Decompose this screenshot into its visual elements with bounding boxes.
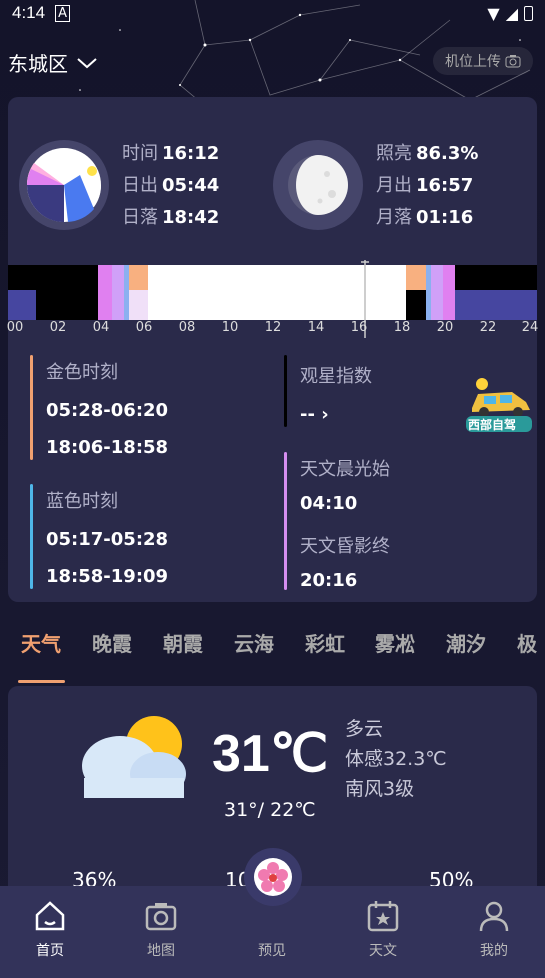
astro-twilight-bar — [284, 452, 287, 590]
golden-hour-section: 金色时刻 05:28-06:20 18:06-18:58 — [46, 358, 168, 458]
tick-label: 10 — [221, 320, 239, 335]
tick-label: 08 — [178, 320, 196, 335]
tick-label: 04 — [92, 320, 110, 335]
stargazing-value[interactable]: -- › — [300, 404, 372, 425]
location-selector[interactable]: 东城区 — [8, 48, 98, 77]
weather-details: 多云 体感32.3℃ 南风3级 — [345, 714, 447, 804]
tab-rime[interactable]: 雾凇 — [375, 628, 415, 657]
flower-icon — [254, 858, 292, 896]
golden-hour-bar — [30, 355, 33, 460]
tick-label: 02 — [49, 320, 67, 335]
blue-hour-morning: 05:17-05:28 — [46, 529, 169, 550]
sunrise-label: 日出 — [122, 175, 158, 196]
road-trip-label: 西部自驾 — [468, 418, 517, 432]
moon-info: 照亮 86.3% 月出 16:57 月落 01:16 — [376, 138, 478, 234]
current-temperature: 31℃ — [212, 725, 329, 783]
tick-label: 12 — [264, 320, 282, 335]
nav-preview-label: 预见 — [258, 943, 286, 959]
blue-hour-section: 蓝色时刻 05:17-05:28 18:58-19:09 — [46, 487, 168, 587]
blue-hour-bar — [30, 484, 33, 589]
illumination-value: 86.3% — [416, 143, 479, 164]
nav-mine-label: 我的 — [480, 943, 508, 959]
sun-info: 时间 16:12 日出 05:44 日落 18:42 — [122, 138, 219, 234]
upload-label: 机位上传 — [445, 54, 501, 70]
golden-hour-title: 金色时刻 — [46, 362, 118, 383]
tick-label: 18 — [393, 320, 411, 335]
nav-home-label: 首页 — [36, 943, 64, 959]
astro-dawn-title: 天文晨光始 — [300, 459, 390, 480]
status-bar: 4:14 A ▼ ◢ — [0, 0, 545, 26]
preview-fab-button[interactable] — [244, 848, 302, 906]
moonset-label: 月落 — [376, 207, 412, 228]
astro-dusk-value: 20:16 — [300, 570, 358, 591]
moonrise-label: 月出 — [376, 175, 412, 196]
upload-spot-button[interactable]: 机位上传 — [433, 47, 533, 75]
astro-twilight-section: 天文晨光始 04:10 天文昏影终 20:16 — [300, 455, 390, 591]
wifi-icon: ▼ — [487, 3, 500, 23]
daylight-timeline[interactable] — [8, 265, 537, 320]
blue-hour-evening: 18:58-19:09 — [46, 566, 169, 587]
tab-sunset-glow[interactable]: 晚霞 — [92, 628, 132, 657]
active-tab-indicator — [18, 680, 65, 683]
tick-label: 06 — [135, 320, 153, 335]
tab-aurora[interactable]: 极 — [517, 628, 537, 657]
moonrise-value: 16:57 — [416, 175, 474, 196]
stargazing-title: 观星指数 — [300, 366, 372, 387]
temperature-range: 31°/ 22℃ — [224, 799, 316, 821]
tab-weather[interactable]: 天气 — [21, 628, 61, 657]
wind: 南风3级 — [345, 778, 415, 800]
home-icon — [35, 901, 65, 931]
location-name: 东城区 — [8, 52, 68, 76]
status-time: 4:14 — [12, 3, 46, 22]
forecast-tabs: 天气 晚霞 朝霞 云海 彩虹 雾凇 潮汐 极 — [0, 628, 545, 660]
nav-map-label: 地图 — [147, 943, 175, 959]
sun-time-value: 16:12 — [162, 143, 220, 164]
timeline-ticks: 00 02 04 06 08 10 12 14 16 18 20 22 24 — [0, 320, 545, 340]
tick-label: 22 — [479, 320, 497, 335]
sunset-value: 18:42 — [162, 207, 220, 228]
tick-label: 14 — [307, 320, 325, 335]
sunset-label: 日落 — [122, 207, 158, 228]
user-icon — [479, 901, 509, 932]
weather-condition: 多云 — [345, 718, 384, 740]
nav-mine[interactable]: 我的 — [454, 886, 534, 978]
tab-sunrise-glow[interactable]: 朝霞 — [163, 628, 203, 657]
astro-dawn-value: 04:10 — [300, 493, 358, 514]
camera-icon — [505, 55, 521, 68]
golden-hour-evening: 18:06-18:58 — [46, 437, 169, 458]
signal-icon: ◢ — [505, 3, 518, 23]
calendar-star-icon — [367, 901, 399, 932]
tab-tide[interactable]: 潮汐 — [446, 628, 486, 657]
moon-phase-icon — [273, 140, 363, 230]
stargazing-bar — [284, 355, 287, 427]
tick-label: 00 — [6, 320, 24, 335]
illumination-label: 照亮 — [376, 143, 412, 164]
tick-label: 20 — [436, 320, 454, 335]
sunrise-value: 05:44 — [162, 175, 220, 196]
golden-hour-morning: 05:28-06:20 — [46, 400, 169, 421]
tick-label: 24 — [521, 320, 539, 335]
stargazing-section[interactable]: 观星指数 -- › — [300, 362, 372, 425]
tab-rainbow[interactable]: 彩虹 — [305, 628, 345, 657]
camera-icon — [145, 903, 177, 931]
blue-hour-title: 蓝色时刻 — [46, 491, 118, 512]
nav-map[interactable]: 地图 — [121, 886, 201, 978]
tick-label: 16 — [350, 320, 368, 335]
road-trip-badge[interactable]: 西部自驾 — [460, 372, 536, 434]
nav-home[interactable]: 首页 — [10, 886, 90, 978]
tab-cloud-sea[interactable]: 云海 — [234, 628, 274, 657]
battery-icon — [524, 5, 533, 21]
moonset-value: 01:16 — [416, 207, 474, 228]
nav-astro[interactable]: 天文 — [343, 886, 423, 978]
notification-icon: A — [55, 4, 70, 22]
nav-astro-label: 天文 — [369, 943, 397, 959]
sun-time-label: 时间 — [122, 143, 158, 164]
feels-like: 体感32.3℃ — [345, 748, 447, 770]
sun-position-icon — [19, 140, 109, 230]
chevron-down-icon — [77, 57, 97, 68]
astro-dusk-title: 天文昏影终 — [300, 536, 390, 557]
partly-cloudy-icon — [82, 716, 186, 798]
